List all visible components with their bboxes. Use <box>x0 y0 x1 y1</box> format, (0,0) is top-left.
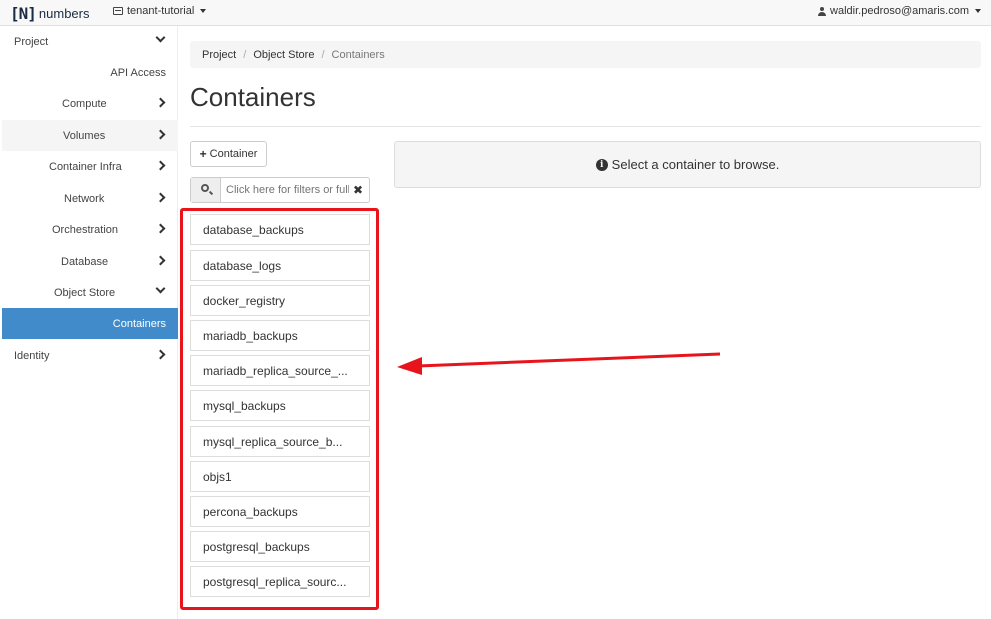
logo-bracket: [N] <box>10 3 37 23</box>
search-icon <box>201 184 209 192</box>
breadcrumb-separator: / <box>321 48 325 61</box>
container-search: ✖ <box>190 177 370 203</box>
sidebar-item-orchestration[interactable]: Orchestration <box>2 214 178 245</box>
sidebar-item-label: Object Store <box>54 286 116 299</box>
sidebar-item-label: Containers <box>112 317 166 330</box>
caret-down-icon <box>975 9 981 13</box>
chevron-right-icon <box>155 349 166 360</box>
arrow-shaft <box>417 352 721 368</box>
breadcrumb-project[interactable]: Project <box>202 49 236 61</box>
breadcrumb: Project / Object Store / Containers <box>190 41 981 68</box>
chevron-right-icon <box>155 223 166 234</box>
title-divider <box>190 126 981 127</box>
sidebar-item-label: Container Infra <box>49 160 122 173</box>
user-icon <box>818 6 827 16</box>
page-title: Containers <box>190 82 316 112</box>
chevron-right-icon <box>155 97 166 108</box>
search-input[interactable] <box>221 178 349 202</box>
sidebar-item-label: Volumes <box>63 129 106 142</box>
project-name: tenant-tutorial <box>127 5 195 17</box>
project-picker[interactable]: tenant-tutorial <box>113 5 207 17</box>
plus-icon: + <box>199 147 207 161</box>
sidebar-item-label: Project <box>14 35 49 48</box>
arrow-head <box>397 357 422 375</box>
sidebar-item-label: Orchestration <box>52 223 119 236</box>
annotation-highlight-box <box>180 208 379 610</box>
sidebar-item-containers[interactable]: Containers <box>2 308 178 339</box>
info-icon: i <box>595 158 608 171</box>
sidebar-item-label: Database <box>61 255 109 268</box>
chevron-right-icon <box>155 255 166 266</box>
sidebar-item-container-infra[interactable]: Container Infra <box>2 151 178 182</box>
breadcrumb-separator: / <box>243 48 247 61</box>
sidebar: Project API Access Compute Volumes Conta… <box>0 26 178 619</box>
chevron-down-icon <box>155 32 166 43</box>
clear-icon[interactable]: ✖ <box>353 183 363 197</box>
chevron-right-icon <box>155 129 166 140</box>
sidebar-item-label: Compute <box>62 97 107 110</box>
breadcrumb-object-store[interactable]: Object Store <box>253 49 314 61</box>
sidebar-item-database[interactable]: Database <box>2 246 178 277</box>
sidebar-item-compute[interactable]: Compute <box>2 88 178 119</box>
chevron-down-icon <box>155 283 166 294</box>
project-icon <box>113 7 123 15</box>
sidebar-item-api-access[interactable]: API Access <box>2 57 178 88</box>
add-container-label: Container <box>209 148 258 160</box>
add-container-button[interactable]: + Container <box>190 141 267 167</box>
brand-logo[interactable]: [N] numbers <box>10 2 89 24</box>
sidebar-item-network[interactable]: Network <box>2 183 178 214</box>
top-navbar: [N] numbers tenant-tutorial waldir.pedro… <box>0 0 991 26</box>
sidebar-item-identity[interactable]: Identity <box>2 340 178 371</box>
browse-info-panel: i Select a container to browse. <box>394 141 981 188</box>
chevron-right-icon <box>155 192 166 203</box>
sidebar-item-volumes[interactable]: Volumes <box>2 120 178 151</box>
sidebar-item-label: Identity <box>14 349 50 362</box>
user-name: waldir.pedroso@amaris.com <box>830 5 969 17</box>
user-menu[interactable]: waldir.pedroso@amaris.com <box>818 5 981 17</box>
sidebar-item-object-store[interactable]: Object Store <box>2 277 178 308</box>
caret-down-icon <box>200 9 207 13</box>
sidebar-item-label: API Access <box>110 66 166 79</box>
info-message: Select a container to browse. <box>611 157 780 172</box>
breadcrumb-containers: Containers <box>331 48 385 61</box>
sidebar-item-project[interactable]: Project <box>2 26 178 57</box>
logo-text: numbers <box>38 5 90 21</box>
sidebar-item-label: Network <box>64 192 105 205</box>
search-addon <box>191 178 221 202</box>
chevron-right-icon <box>155 160 166 171</box>
